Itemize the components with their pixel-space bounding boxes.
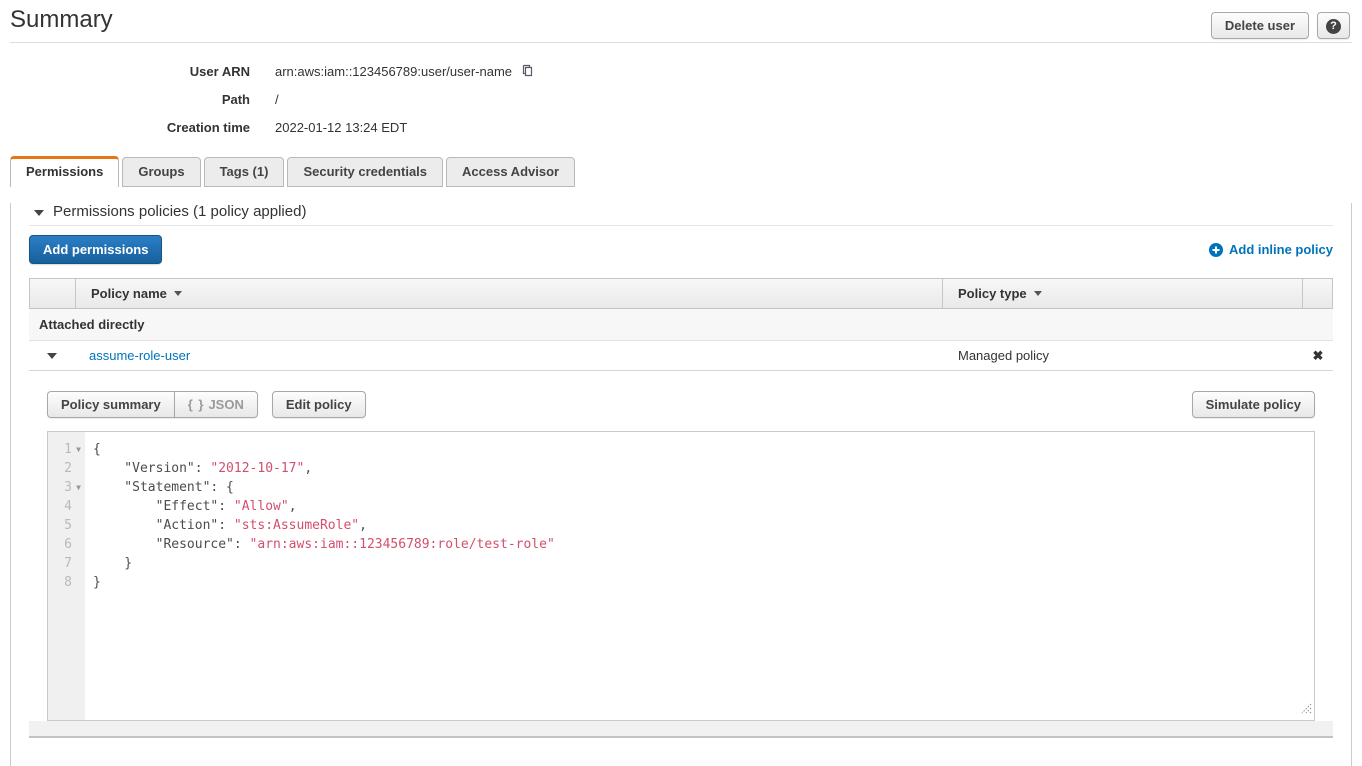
path-label: Path — [0, 92, 250, 107]
json-view-button[interactable]: { }JSON — [174, 391, 258, 418]
code-text: "Resource": "arn:aws:iam::123456789:role… — [85, 535, 555, 554]
policy-type-column-header[interactable]: Policy type — [942, 279, 1302, 308]
collapse-caret-icon — [34, 210, 44, 216]
fold-spacer — [72, 573, 85, 592]
remove-policy-icon[interactable]: ✖ — [1303, 348, 1333, 364]
code-text: } — [85, 554, 132, 573]
code-text: "Effect": "Allow", — [85, 497, 297, 516]
editor-line: 4 "Effect": "Allow", — [48, 497, 1314, 516]
help-button[interactable]: ? — [1317, 12, 1350, 39]
code-text: } — [85, 573, 101, 592]
tab-security-credentials[interactable]: Security credentials — [287, 157, 443, 187]
braces-icon: { } — [188, 397, 205, 412]
policies-table: Policy name Policy type Attached directl… — [29, 278, 1333, 738]
line-number: 8 — [48, 573, 72, 592]
line-number: 5 — [48, 516, 72, 535]
policy-actions-row: Add permissions Add inline policy — [29, 235, 1333, 264]
code-text: "Version": "2012-10-17", — [85, 459, 312, 478]
tab-bar: Permissions Groups Tags (1) Security cre… — [10, 156, 1352, 187]
fold-toggle-icon[interactable]: ▼ — [72, 440, 85, 459]
tab-tags[interactable]: Tags (1) — [204, 157, 285, 187]
permissions-policies-section-header[interactable]: Permissions policies (1 policy applied) — [29, 203, 1333, 220]
delete-user-button[interactable]: Delete user — [1211, 12, 1309, 39]
line-number: 2 — [48, 459, 72, 478]
editor-line: 7 } — [48, 554, 1314, 573]
line-number: 7 — [48, 554, 72, 573]
simulate-policy-button[interactable]: Simulate policy — [1192, 391, 1315, 418]
policy-summary-button[interactable]: Policy summary — [47, 391, 175, 418]
creation-time-value: 2022-01-12 13:24 EDT — [275, 120, 407, 135]
page-header: Summary Delete user ? — [10, 0, 1352, 43]
editor-line: 2 "Version": "2012-10-17", — [48, 459, 1314, 478]
code-text: "Action": "sts:AssumeRole", — [85, 516, 367, 535]
fold-spacer — [72, 497, 85, 516]
chevron-down-icon — [47, 353, 57, 359]
plus-circle-icon — [1209, 243, 1223, 257]
fold-toggle-icon[interactable]: ▼ — [72, 478, 85, 497]
section-title: Permissions policies (1 policy applied) — [53, 203, 306, 220]
line-number: 6 — [48, 535, 72, 554]
question-icon: ? — [1326, 19, 1341, 34]
code-text: "Statement": { — [85, 478, 234, 497]
detail-footer-strip — [29, 721, 1333, 738]
editor-line: 6 "Resource": "arn:aws:iam::123456789:ro… — [48, 535, 1314, 554]
fold-spacer — [72, 516, 85, 535]
editor-line: 3▼ "Statement": { — [48, 478, 1314, 497]
info-row-creation-time: Creation time 2022-01-12 13:24 EDT — [0, 113, 1362, 141]
tab-access-advisor[interactable]: Access Advisor — [446, 157, 575, 187]
policy-table-row: assume-role-user Managed policy ✖ — [29, 341, 1333, 371]
tab-groups[interactable]: Groups — [122, 157, 200, 187]
page-title: Summary — [10, 6, 113, 34]
row-expand-toggle[interactable] — [29, 353, 74, 359]
fold-spacer — [72, 535, 85, 554]
resize-handle-icon[interactable] — [1301, 703, 1312, 718]
editor-line: 1▼{ — [48, 440, 1314, 459]
user-arn-label: User ARN — [0, 64, 250, 79]
fold-spacer — [72, 554, 85, 573]
add-permissions-button[interactable]: Add permissions — [29, 235, 162, 264]
fold-spacer — [72, 459, 85, 478]
editor-line: 8} — [48, 573, 1314, 592]
user-summary-info: User ARN arn:aws:iam::123456789:user/use… — [0, 57, 1362, 141]
json-editor-lines: 1▼{2 "Version": "2012-10-17",3▼ "Stateme… — [48, 432, 1314, 592]
edit-policy-button[interactable]: Edit policy — [272, 391, 366, 418]
policy-detail-toolbar: Policy summary { }JSON Edit policy Simul… — [47, 391, 1315, 418]
line-number: 4 — [48, 497, 72, 516]
expand-column-header — [30, 279, 75, 308]
code-text: { — [85, 440, 101, 459]
tab-permissions[interactable]: Permissions — [10, 156, 119, 187]
policies-table-header: Policy name Policy type — [29, 278, 1333, 309]
actions-column-header — [1302, 279, 1332, 308]
permissions-tab-panel: Permissions policies (1 policy applied) … — [10, 203, 1352, 766]
path-value: / — [275, 92, 279, 107]
line-number: 3 — [48, 478, 72, 497]
line-number: 1 — [48, 440, 72, 459]
user-arn-value: arn:aws:iam::123456789:user/user-name — [275, 64, 512, 79]
editor-line: 5 "Action": "sts:AssumeRole", — [48, 516, 1314, 535]
info-row-user-arn: User ARN arn:aws:iam::123456789:user/use… — [0, 57, 1362, 85]
add-inline-policy-link[interactable]: Add inline policy — [1209, 242, 1333, 257]
sort-caret-icon — [1034, 291, 1042, 296]
header-actions: Delete user ? — [1211, 12, 1350, 39]
creation-time-label: Creation time — [0, 120, 250, 135]
copy-icon[interactable] — [521, 64, 536, 79]
info-row-path: Path / — [0, 85, 1362, 113]
json-policy-editor[interactable]: 1▼{2 "Version": "2012-10-17",3▼ "Stateme… — [47, 431, 1315, 721]
section-divider — [29, 225, 1333, 226]
policy-detail-panel: Policy summary { }JSON Edit policy Simul… — [29, 371, 1333, 738]
policy-name-column-header[interactable]: Policy name — [75, 279, 942, 308]
sort-caret-icon — [174, 291, 182, 296]
policy-type-value: Managed policy — [943, 348, 1303, 363]
policy-name-link[interactable]: assume-role-user — [89, 348, 190, 363]
attached-directly-group-row: Attached directly — [29, 309, 1333, 341]
